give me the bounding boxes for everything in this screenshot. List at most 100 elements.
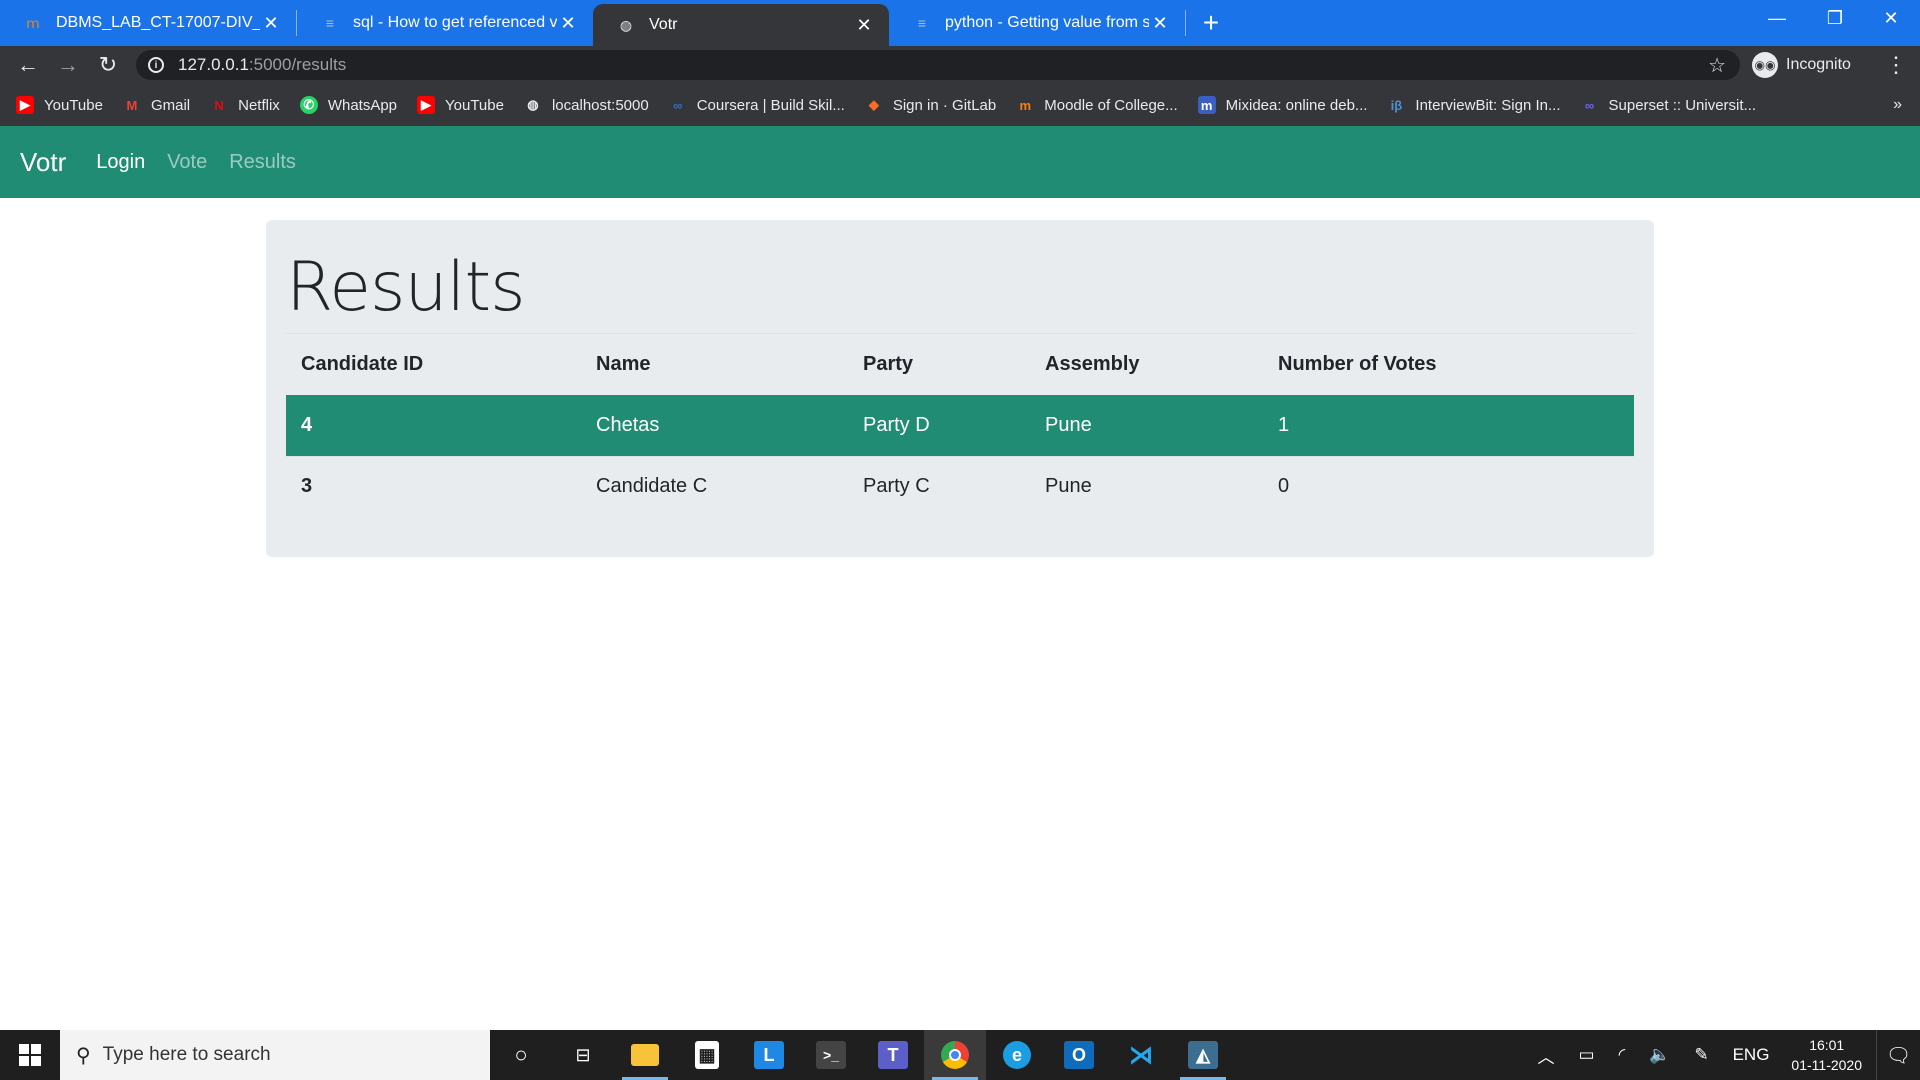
bookmark-item[interactable]: ▶ YouTube bbox=[417, 96, 504, 114]
edge-button[interactable]: e bbox=[986, 1030, 1048, 1080]
candidate-id-cell: 3 bbox=[286, 455, 581, 517]
stackoverflow-icon: ≡ bbox=[917, 15, 927, 31]
bookmark-label: localhost:5000 bbox=[551, 96, 649, 114]
file-explorer-button[interactable] bbox=[614, 1030, 676, 1080]
bookmark-label: YouTube bbox=[44, 96, 103, 114]
bookmark-label: Mixidea: online deb... bbox=[1225, 96, 1368, 114]
database-icon: ◭ bbox=[1188, 1041, 1218, 1069]
gmail-icon: M bbox=[126, 97, 138, 113]
moodle-icon: m bbox=[1019, 97, 1032, 113]
app-brand[interactable]: Votr bbox=[20, 147, 66, 178]
browser-tab[interactable]: ⅿ DBMS_LAB_CT-17007-DIV_II-20- ✕ bbox=[0, 0, 296, 46]
close-icon[interactable]: ✕ bbox=[853, 14, 875, 36]
outlook-button[interactable]: O bbox=[1048, 1030, 1110, 1080]
browser-tab[interactable]: ≡ sql - How to get referenced valu ✕ bbox=[297, 0, 593, 46]
bookmark-item[interactable]: ∞ Superset :: Universit... bbox=[1581, 96, 1756, 114]
bookmark-item[interactable]: ▶ YouTube bbox=[16, 96, 103, 114]
new-tab-button[interactable]: + bbox=[1186, 0, 1236, 46]
bookmark-item[interactable]: M Gmail bbox=[123, 96, 191, 114]
app-l-button[interactable]: L bbox=[738, 1030, 800, 1080]
chevron-up-icon[interactable]: ︿ bbox=[1538, 1043, 1555, 1068]
stackoverflow-icon: ≡ bbox=[325, 15, 335, 31]
table-header-row: Candidate ID Name Party Assembly Number … bbox=[286, 334, 1634, 395]
bookmark-label: WhatsApp bbox=[327, 96, 398, 114]
column-header: Party bbox=[863, 353, 914, 375]
back-button[interactable]: ← bbox=[8, 46, 48, 84]
tab-title: sql - How to get referenced valu bbox=[353, 14, 557, 31]
chrome-button[interactable] bbox=[924, 1030, 986, 1080]
assembly-cell: Pune bbox=[1030, 455, 1263, 517]
bookmark-item[interactable]: m Moodle of College... bbox=[1016, 96, 1177, 114]
vscode-button[interactable]: ⋊ bbox=[1110, 1030, 1172, 1080]
mysql-workbench-button[interactable]: ◭ bbox=[1172, 1030, 1234, 1080]
address-bar[interactable]: i 127.0.0.1:5000/results ☆ bbox=[136, 50, 1740, 80]
teams-icon: T bbox=[878, 1041, 908, 1069]
cortana-button[interactable]: ○ bbox=[490, 1030, 552, 1080]
clock-time: 16:01 bbox=[1809, 1037, 1845, 1053]
whatsapp-icon: ✆ bbox=[299, 96, 318, 114]
table-row-leading: 4 Chetas Party D Pune 1 bbox=[286, 395, 1634, 456]
superset-icon: ∞ bbox=[1584, 97, 1595, 113]
bookmark-item[interactable]: N Netflix bbox=[210, 96, 280, 114]
notification-icon[interactable]: 🗨 bbox=[1876, 1030, 1920, 1080]
mixidea-icon: m bbox=[1197, 96, 1216, 114]
bookmark-item[interactable]: ✆ WhatsApp bbox=[299, 96, 398, 114]
browser-tab[interactable]: ≡ python - Getting value from sele ✕ bbox=[889, 0, 1185, 46]
incognito-indicator[interactable]: ◉◉ Incognito bbox=[1752, 50, 1851, 80]
language-indicator[interactable]: ENG bbox=[1733, 1045, 1770, 1065]
browser-toolbar: ← → ↻ i 127.0.0.1:5000/results ☆ ◉◉ Inco… bbox=[0, 46, 1920, 84]
browser-menu-icon[interactable]: ⋮ bbox=[1882, 46, 1910, 84]
close-icon[interactable]: ✕ bbox=[260, 12, 282, 34]
bookmarks-bar: ▶ YouTube M Gmail N Netflix ✆ WhatsApp ▶ YouT… bbox=[0, 84, 1920, 126]
bookmark-item[interactable]: ◍ localhost:5000 bbox=[524, 96, 649, 114]
info-icon[interactable]: i bbox=[148, 57, 164, 73]
nav-link-vote[interactable]: Vote bbox=[167, 151, 207, 174]
votes-cell: 0 bbox=[1263, 455, 1634, 517]
bookmark-label: InterviewBit: Sign In... bbox=[1415, 96, 1561, 114]
bookmark-label: Moodle of College... bbox=[1044, 96, 1178, 114]
bookmark-item[interactable]: ◆ Sign in · GitLab bbox=[865, 96, 996, 114]
store-icon: ▦ bbox=[695, 1041, 719, 1069]
task-view-button[interactable]: ⊟ bbox=[552, 1030, 614, 1080]
search-placeholder: Type here to search bbox=[102, 1044, 271, 1065]
wifi-icon[interactable]: ◜ bbox=[1619, 1045, 1626, 1065]
candidate-name-cell: Candidate C bbox=[581, 455, 848, 517]
browser-tab-active[interactable]: ◍ Votr ✕ bbox=[593, 4, 889, 46]
forward-button[interactable]: → bbox=[48, 46, 88, 84]
nav-link-results[interactable]: Results bbox=[229, 151, 296, 174]
close-icon[interactable]: ✕ bbox=[557, 12, 579, 34]
column-header: Assembly bbox=[1045, 353, 1140, 375]
folder-icon bbox=[631, 1044, 659, 1066]
chrome-icon bbox=[941, 1041, 969, 1069]
tab-title: DBMS_LAB_CT-17007-DIV_II-20- bbox=[56, 14, 260, 31]
nav-link-login[interactable]: Login bbox=[96, 151, 145, 174]
restore-button[interactable]: ❐ bbox=[1806, 0, 1864, 36]
candidate-id-cell: 4 bbox=[286, 395, 581, 456]
clock[interactable]: 16:01 01-11-2020 bbox=[1791, 1035, 1862, 1075]
terminal-button[interactable]: >_ bbox=[800, 1030, 862, 1080]
reload-button[interactable]: ↻ bbox=[88, 46, 128, 84]
start-button[interactable] bbox=[0, 1030, 60, 1080]
store-button[interactable]: ▦ bbox=[676, 1030, 738, 1080]
url-path: :5000/results bbox=[248, 55, 347, 74]
l-app-icon: L bbox=[754, 1041, 784, 1069]
bookmark-label: Netflix bbox=[238, 96, 280, 114]
pen-icon[interactable]: ✎ bbox=[1694, 1045, 1708, 1065]
table-row: 3 Candidate C Party C Pune 0 bbox=[286, 455, 1634, 517]
bookmark-item[interactable]: m Mixidea: online deb... bbox=[1197, 96, 1368, 114]
more-bookmarks-icon[interactable]: » bbox=[1893, 96, 1902, 114]
bookmark-item[interactable]: iβ InterviewBit: Sign In... bbox=[1387, 96, 1561, 114]
taskbar-search-box[interactable]: ⚲ Type here to search bbox=[60, 1030, 490, 1080]
close-window-button[interactable]: ✕ bbox=[1862, 0, 1920, 36]
teams-button[interactable]: T bbox=[862, 1030, 924, 1080]
bookmark-star-icon[interactable]: ☆ bbox=[1708, 53, 1726, 78]
youtube-icon: ▶ bbox=[16, 96, 34, 114]
battery-icon[interactable]: ▭ bbox=[1579, 1045, 1595, 1065]
url-host: 127.0.0.1 bbox=[178, 55, 249, 74]
bookmark-item[interactable]: ∞ Coursera | Build Skil... bbox=[669, 96, 845, 114]
close-icon[interactable]: ✕ bbox=[1149, 12, 1171, 34]
volume-icon[interactable]: 🔈 bbox=[1649, 1045, 1670, 1065]
incognito-icon: ◉◉ bbox=[1752, 52, 1778, 78]
minimize-button[interactable]: — bbox=[1748, 0, 1806, 36]
moodle-icon: ⅿ bbox=[26, 14, 40, 31]
